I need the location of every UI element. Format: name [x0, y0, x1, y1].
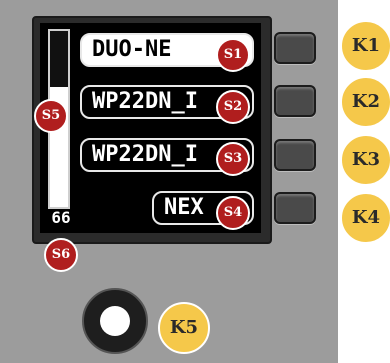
rotary-knob[interactable] — [82, 288, 148, 354]
label-k4: K4 — [340, 192, 390, 244]
label-k5: K5 — [158, 302, 210, 354]
label-k2: K2 — [340, 76, 390, 128]
marker-s3: S3 — [216, 142, 250, 176]
marker-s5: S5 — [34, 99, 68, 133]
soft-key-1-button[interactable] — [274, 32, 316, 64]
marker-s2: S2 — [216, 90, 250, 124]
knob-cap — [100, 306, 130, 336]
soft-key-2-button[interactable] — [274, 85, 316, 117]
level-value: 66 — [51, 208, 71, 227]
soft-key-4-button[interactable] — [274, 192, 316, 224]
marker-s4: S4 — [216, 196, 250, 230]
soft-key-3-button[interactable] — [274, 139, 316, 171]
marker-s1: S1 — [216, 38, 250, 72]
label-k3: K3 — [340, 134, 390, 186]
marker-s6: S6 — [44, 238, 78, 272]
label-k1: K1 — [340, 20, 390, 72]
